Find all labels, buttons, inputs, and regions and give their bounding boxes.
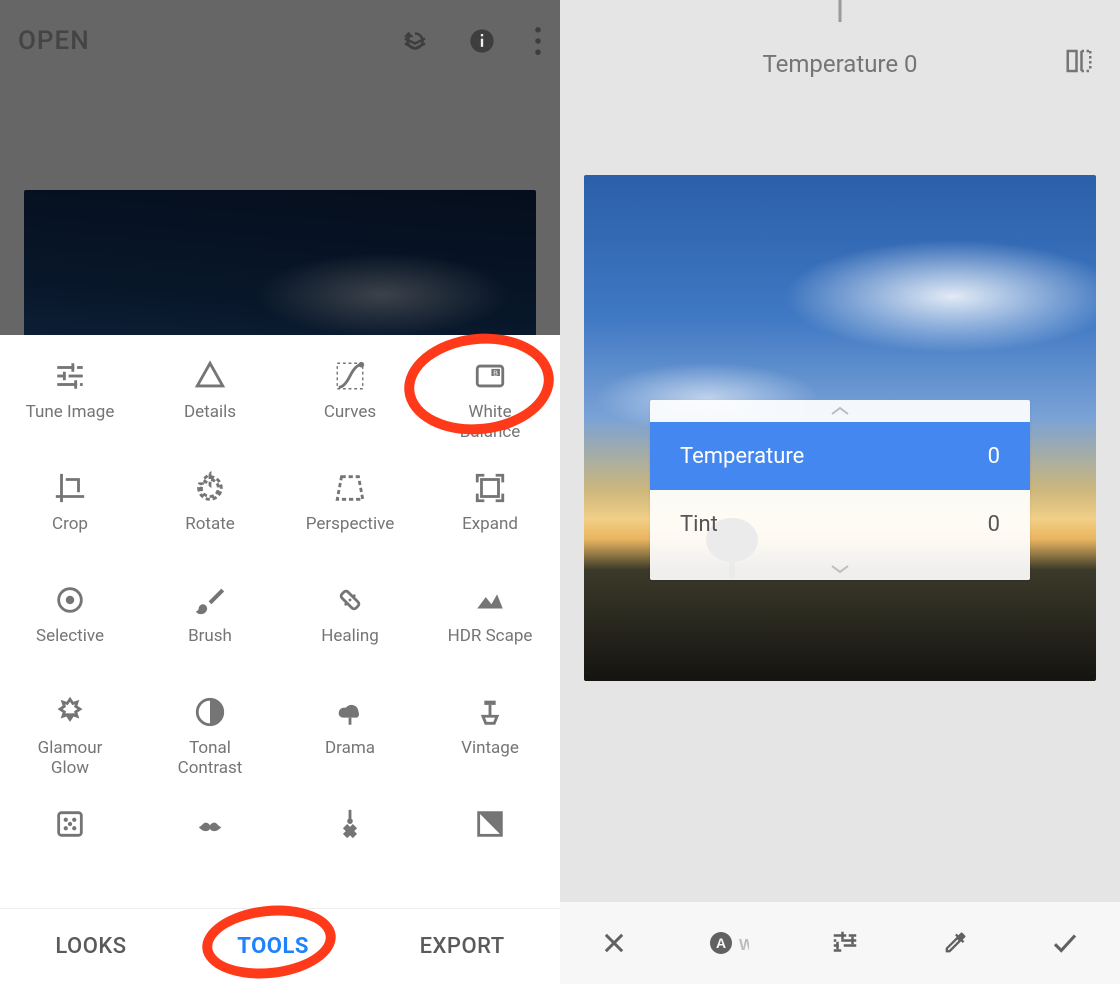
tune-icon[interactable] xyxy=(816,914,874,972)
crop-icon xyxy=(53,471,87,505)
expand-icon xyxy=(473,471,507,505)
tool-selective[interactable]: Selective xyxy=(0,573,140,685)
parameter-overlay[interactable]: Temperature 0 Tint 0 xyxy=(650,400,1030,580)
tool-label: Perspective xyxy=(306,515,394,535)
readout-label: Temperature xyxy=(762,50,898,78)
tool-label: Curves xyxy=(324,403,376,423)
nav-looks[interactable]: LOOKS xyxy=(37,924,144,969)
tool-label: Brush xyxy=(188,627,232,647)
tool-label: Vintage xyxy=(461,739,519,759)
healing-icon xyxy=(333,583,367,617)
tool-tonal[interactable]: TonalContrast xyxy=(140,685,280,797)
tool-guitar[interactable] xyxy=(280,797,420,869)
tool-label: GlamourGlow xyxy=(38,739,103,778)
guitar-icon xyxy=(333,807,367,841)
tool-tune[interactable]: Tune Image xyxy=(0,349,140,461)
info-icon[interactable] xyxy=(468,27,496,55)
nav-tools[interactable]: TOOLS xyxy=(219,924,327,969)
auto-white-balance-icon[interactable]: A W xyxy=(695,915,763,971)
tool-glamour[interactable]: GlamourGlow xyxy=(0,685,140,797)
tool-drama[interactable]: Drama xyxy=(280,685,420,797)
tool-bw[interactable] xyxy=(420,797,560,869)
tool-label: Expand xyxy=(462,515,518,535)
tool-grunge[interactable] xyxy=(0,797,140,869)
tool-vintage[interactable]: Vintage xyxy=(420,685,560,797)
selective-icon xyxy=(53,583,87,617)
right-screen: Temperature 0 Temperature0Tint0 xyxy=(560,0,1120,984)
bw-icon xyxy=(473,807,507,841)
tool-label: Tune Image xyxy=(26,403,115,423)
undo-stack-icon[interactable] xyxy=(400,26,430,56)
tonal-icon xyxy=(193,695,227,729)
tool-brush[interactable]: Brush xyxy=(140,573,280,685)
grunge-icon xyxy=(53,807,87,841)
tool-healing[interactable]: Healing xyxy=(280,573,420,685)
tune-icon xyxy=(53,359,87,393)
tool-label: Details xyxy=(184,403,236,423)
glamour-icon xyxy=(53,695,87,729)
readout-value: 0 xyxy=(904,50,918,78)
tool-label: Healing xyxy=(321,627,379,647)
readout-bar: Temperature 0 xyxy=(560,0,1120,120)
tool-details[interactable]: Details xyxy=(140,349,280,461)
more-icon[interactable] xyxy=(534,27,542,55)
chevron-up-icon xyxy=(650,400,1030,422)
tool-expand[interactable]: Expand xyxy=(420,461,560,573)
nav-export[interactable]: EXPORT xyxy=(402,924,523,969)
tool-perspective[interactable]: Perspective xyxy=(280,461,420,573)
param-value: 0 xyxy=(988,444,1000,469)
check-icon[interactable] xyxy=(1036,914,1094,972)
tools-panel: Tune Image Details Curves B WhiteBalance Crop… xyxy=(0,335,560,908)
tool-label: Rotate xyxy=(185,515,235,535)
param-row-temperature[interactable]: Temperature 0 xyxy=(650,422,1030,490)
tool-label: Crop xyxy=(52,515,88,535)
param-row-tint[interactable]: Tint 0 xyxy=(650,490,1030,558)
tool-rotate[interactable]: Rotate xyxy=(140,461,280,573)
bottom-nav: LOOKS TOOLS EXPORT xyxy=(0,908,560,984)
tool-curves[interactable]: Curves xyxy=(280,349,420,461)
curves-icon xyxy=(333,359,367,393)
param-label: Temperature xyxy=(680,444,804,469)
left-screen: OPEN Tune Image Details Curves B WhiteBalanc… xyxy=(0,0,560,984)
tool-label: WhiteBalance xyxy=(460,403,521,442)
param-label: Tint xyxy=(680,512,718,537)
hdr-icon xyxy=(473,583,507,617)
mustache-icon xyxy=(193,807,227,841)
tool-hdr[interactable]: HDR Scape xyxy=(420,573,560,685)
tool-label: HDR Scape xyxy=(448,627,533,647)
drama-icon xyxy=(333,695,367,729)
parameter-readout: Temperature 0 xyxy=(762,50,917,78)
bottom-action-bar: A W xyxy=(560,902,1120,984)
rotate-icon xyxy=(193,471,227,505)
details-icon xyxy=(193,359,227,393)
white-balance-icon: B xyxy=(473,359,507,393)
brush-icon xyxy=(193,583,227,617)
compare-icon[interactable] xyxy=(1064,46,1094,76)
eyedropper-icon[interactable] xyxy=(927,915,983,971)
tool-label: Selective xyxy=(36,627,104,647)
svg-text:A: A xyxy=(716,935,726,951)
svg-text:B: B xyxy=(493,369,498,377)
param-value: 0 xyxy=(988,512,1000,537)
tool-white-balance[interactable]: B WhiteBalance xyxy=(420,349,560,461)
tool-label: Drama xyxy=(325,739,375,759)
chevron-down-icon xyxy=(650,558,1030,580)
svg-text:W: W xyxy=(739,937,749,954)
open-button[interactable]: OPEN xyxy=(18,26,90,56)
tool-label: TonalContrast xyxy=(178,739,243,778)
vintage-icon xyxy=(473,695,507,729)
perspective-icon xyxy=(333,471,367,505)
tool-mustache[interactable] xyxy=(140,797,280,869)
top-bar: OPEN xyxy=(0,0,560,82)
close-icon[interactable] xyxy=(586,915,642,971)
tool-crop[interactable]: Crop xyxy=(0,461,140,573)
